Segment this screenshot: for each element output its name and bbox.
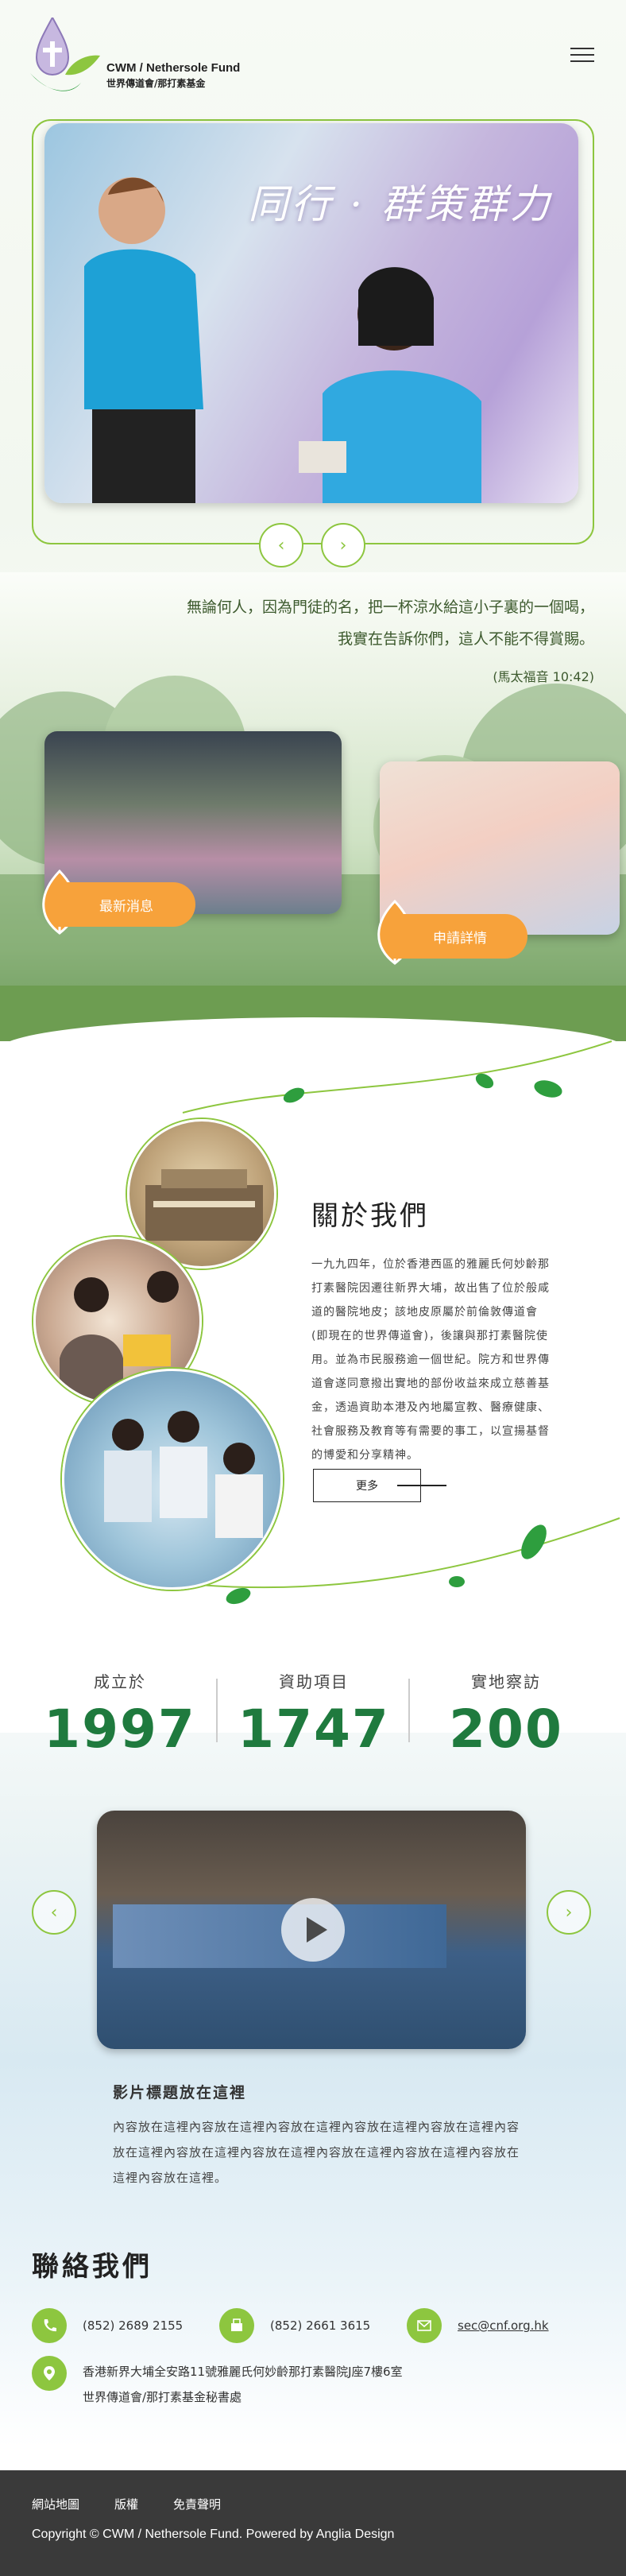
stat-value: 1747 — [238, 1699, 390, 1760]
scripture-reference: (馬太福音 10:42) — [493, 669, 594, 684]
chevron-right-icon: › — [565, 1902, 573, 1923]
about-title: 關於我們 — [311, 1200, 429, 1232]
fax-icon — [219, 2308, 254, 2343]
contact-title: 聯絡我們 — [32, 2251, 153, 2283]
logo-mark-icon — [29, 15, 102, 103]
stat-label: 資助項目 — [279, 1672, 349, 1691]
application-details-button[interactable]: 申請詳情 — [392, 914, 527, 959]
video-prev-button[interactable]: ‹ — [32, 1890, 76, 1935]
footer-link-copyright[interactable]: 版權 — [114, 2496, 138, 2512]
footer-link-disclaimer[interactable]: 免責聲明 — [173, 2496, 221, 2512]
video-next-button[interactable]: › — [547, 1890, 591, 1935]
address-line-1: 香港新界大埔全安路11號雅麗氏何妙齡那打素醫院J座7樓6室 — [83, 2365, 403, 2379]
site-logo[interactable]: CWM / Nethersole Fund 世界傳道會/那打素基金 — [29, 15, 241, 103]
about-description: 一九九四年，位於香港西區的雅麗氏何妙齡那打素醫院因遷往新界大埔，故出售了位於般咸… — [311, 1258, 550, 1462]
phone-number: (852) 2689 2155 — [83, 2318, 184, 2333]
contact-fax: (852) 2661 3615 — [219, 2308, 370, 2343]
hero-prev-button[interactable]: ‹ — [259, 523, 303, 567]
chevron-left-icon: ‹ — [277, 535, 285, 556]
volunteer-figure-icon — [299, 267, 481, 503]
fax-number: (852) 2661 3615 — [270, 2318, 371, 2333]
chevron-right-icon: › — [339, 535, 347, 556]
video-thumbnail-banner — [113, 1904, 446, 1968]
stat-label: 實地察訪 — [471, 1672, 541, 1691]
site-footer: 網站地圖 版權 免責聲明 Copyright © CWM / Nethersol… — [0, 2470, 626, 2576]
video-description: 內容放在這裡內容放在這裡內容放在這裡內容放在這裡內容放在這裡內容放在這裡內容放在… — [113, 2120, 520, 2185]
hero-next-button[interactable]: › — [321, 523, 365, 567]
contact-address: 香港新界大埔全安路11號雅麗氏何妙齡那打素醫院J座7樓6室 世界傳道會/那打素基… — [83, 2359, 403, 2410]
footer-link-sitemap[interactable]: 網站地圖 — [32, 2496, 79, 2512]
stat-divider — [216, 1679, 218, 1742]
address-line-2: 世界傳道會/那打素基金秘書處 — [83, 2390, 242, 2404]
stat-divider — [408, 1679, 410, 1742]
logo-english-name: CWM / Nethersole Fund — [106, 61, 241, 75]
video-title: 影片標題放在這裡 — [113, 2084, 247, 2101]
phone-icon — [32, 2308, 67, 2343]
hero-slogan: 同行 · 群策群力 — [248, 181, 553, 227]
mail-icon — [407, 2308, 442, 2343]
scripture-line-2: 我實在告訴你們，這人不能不得賞賜。 — [337, 630, 594, 648]
stat-value: 200 — [449, 1699, 563, 1760]
more-arrow-line — [397, 1485, 446, 1486]
video-player[interactable] — [97, 1811, 526, 2049]
logo-chinese-name: 世界傳道會/那打素基金 — [106, 78, 206, 89]
stat-founded: 成立於 1997 — [29, 1669, 211, 1760]
stat-label: 成立於 — [94, 1672, 146, 1691]
page: CWM / Nethersole Fund 世界傳道會/那打素基金 同行 · 群… — [0, 0, 626, 2576]
volunteer-figure-icon — [84, 177, 203, 503]
footer-links: 網站地圖 版權 免責聲明 — [32, 2496, 256, 2512]
stat-site-visits: 實地察訪 200 — [415, 1669, 597, 1760]
hamburger-menu-icon[interactable] — [570, 48, 594, 65]
scripture-line-1: 無論何人，因為門徒的名，把一杯涼水給這小子裏的一個喝， — [186, 598, 594, 616]
contact-address-icon-wrap — [32, 2356, 83, 2391]
stat-value: 1997 — [44, 1699, 196, 1760]
site-header: CWM / Nethersole Fund 世界傳道會/那打素基金 — [0, 0, 626, 111]
chevron-left-icon: ‹ — [50, 1902, 58, 1923]
copyright-text: Copyright © CWM / Nethersole Fund. Power… — [32, 2528, 395, 2541]
hero-banner-image: 同行 · 群策群力 — [44, 123, 578, 503]
latest-news-button[interactable]: 最新消息 — [57, 882, 195, 927]
email-link[interactable]: sec@cnf.org.hk — [458, 2318, 549, 2333]
play-icon[interactable] — [281, 1898, 345, 1962]
contact-email: sec@cnf.org.hk — [407, 2308, 549, 2343]
scripture-quote: 無論何人，因為門徒的名，把一杯涼水給這小子裏的一個喝， 我實在告訴你們，這人不能… — [86, 591, 594, 655]
about-photo-baptism — [62, 1369, 283, 1590]
location-pin-icon — [32, 2356, 67, 2391]
contact-phone: (852) 2689 2155 — [32, 2308, 183, 2343]
stat-funded-projects: 資助項目 1747 — [222, 1669, 405, 1760]
